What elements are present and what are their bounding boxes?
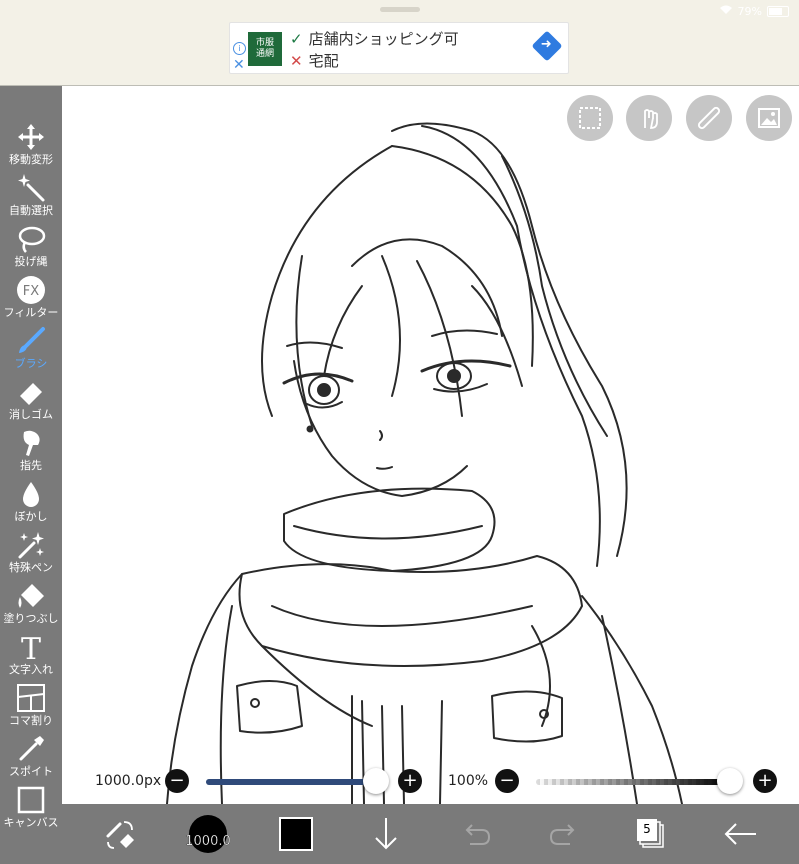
tool-text[interactable]: T 文字入れ bbox=[0, 630, 62, 681]
brush-preview-value: 1000.0 bbox=[185, 834, 231, 849]
selection-icon bbox=[579, 107, 601, 129]
tool-eraser[interactable]: 消しゴム bbox=[0, 375, 62, 426]
undo-icon bbox=[465, 824, 491, 845]
brush-size-knob[interactable] bbox=[363, 768, 389, 794]
ruler-icon bbox=[697, 106, 721, 130]
fx-icon: FX bbox=[17, 276, 45, 304]
svg-text:T: T bbox=[21, 632, 41, 662]
tool-label: 特殊ペン bbox=[9, 561, 53, 574]
opacity-value: 100% bbox=[448, 773, 489, 789]
swap-tool-button[interactable] bbox=[102, 804, 138, 864]
tool-label: 指先 bbox=[20, 459, 42, 472]
layers-button[interactable]: 5 bbox=[634, 804, 670, 864]
finger-icon bbox=[23, 430, 40, 456]
move-icon bbox=[18, 124, 44, 150]
tool-label: スポイト bbox=[9, 765, 53, 778]
wifi-icon bbox=[719, 4, 733, 18]
battery-percent: 79% bbox=[737, 4, 762, 18]
check-icon: ✓ bbox=[290, 30, 303, 48]
bottom-bar: 1000.0 5 bbox=[62, 804, 799, 864]
grabber-handle[interactable] bbox=[380, 7, 420, 12]
arrow-left-icon bbox=[724, 823, 756, 845]
ruler-button[interactable] bbox=[686, 95, 732, 141]
drawing-canvas[interactable] bbox=[62, 86, 799, 804]
text-icon: T bbox=[21, 632, 41, 662]
battery-icon bbox=[767, 5, 789, 17]
tool-label: ぼかし bbox=[14, 510, 48, 523]
eraser-icon bbox=[20, 383, 42, 405]
opacity-fill bbox=[536, 779, 730, 785]
hand-icon bbox=[644, 109, 658, 129]
magic-wand-icon bbox=[18, 174, 45, 202]
tool-filter[interactable]: FX フィルター bbox=[0, 273, 62, 324]
tool-eyedropper[interactable]: スポイト bbox=[0, 732, 62, 783]
close-icon[interactable]: ✕ bbox=[233, 58, 245, 72]
redo-button[interactable] bbox=[546, 804, 582, 864]
tool-panel[interactable]: コマ割り bbox=[0, 681, 62, 732]
lasso-icon bbox=[18, 226, 46, 253]
tool-label: 文字入れ bbox=[9, 663, 53, 676]
drop-icon bbox=[23, 482, 39, 507]
ad-logo: 市服 通網 bbox=[248, 32, 282, 66]
tool-label: 塗りつぶし bbox=[3, 612, 59, 625]
tool-label: フィルター bbox=[3, 306, 59, 319]
opacity-increase[interactable]: + bbox=[753, 769, 777, 793]
hand-button[interactable] bbox=[626, 95, 672, 141]
status-bar: 79% bbox=[719, 3, 789, 19]
tool-brush[interactable]: ブラシ bbox=[0, 324, 62, 375]
tool-lasso[interactable]: 投げ縄 bbox=[0, 222, 62, 273]
image-button[interactable] bbox=[746, 95, 792, 141]
opacity-decrease[interactable]: − bbox=[495, 769, 519, 793]
tool-label: キャンバス bbox=[3, 816, 59, 829]
line-art-drawing bbox=[166, 122, 683, 804]
back-button[interactable] bbox=[720, 804, 760, 864]
brush-size-increase[interactable]: + bbox=[398, 769, 422, 793]
eyedropper-icon bbox=[19, 736, 44, 761]
brush-preview[interactable]: 1000.0 bbox=[185, 804, 231, 864]
brush-size-decrease[interactable]: − bbox=[165, 769, 189, 793]
color-swatch[interactable] bbox=[278, 804, 314, 864]
ad-line-1: ✓ 店舗内ショッピング可 bbox=[290, 30, 459, 48]
canvas-icon bbox=[17, 786, 45, 814]
ad-line-2: ✕ 宅配 bbox=[290, 52, 339, 70]
opacity-knob[interactable] bbox=[717, 768, 743, 794]
tool-label: ブラシ bbox=[14, 357, 48, 370]
tool-fill[interactable]: 塗りつぶし bbox=[0, 579, 62, 630]
image-icon bbox=[758, 108, 780, 128]
save-layer-button[interactable] bbox=[368, 804, 404, 864]
layers-count: 5 bbox=[643, 822, 651, 836]
undo-button[interactable] bbox=[458, 804, 494, 864]
arrow-down-icon bbox=[375, 818, 397, 850]
tool-move[interactable]: 移動変形 bbox=[0, 120, 62, 171]
tool-magic-wand[interactable]: 自動選択 bbox=[0, 171, 62, 222]
tool-label: 移動変形 bbox=[9, 153, 53, 166]
tool-special-pen[interactable]: 特殊ペン bbox=[0, 528, 62, 579]
tool-label: コマ割り bbox=[9, 714, 53, 727]
tool-blur[interactable]: ぼかし bbox=[0, 477, 62, 528]
brush-icon bbox=[19, 327, 45, 353]
bucket-icon bbox=[18, 584, 44, 608]
ad-banner[interactable]: i ✕ 市服 通網 ✓ 店舗内ショッピング可 ✕ 宅配 ➜ bbox=[229, 22, 569, 74]
tool-smudge[interactable]: 指先 bbox=[0, 426, 62, 477]
selection-button[interactable] bbox=[567, 95, 613, 141]
brush-size-fill bbox=[206, 779, 376, 785]
tool-canvas[interactable]: キャンバス bbox=[0, 783, 62, 834]
brush-eraser-swap-icon bbox=[106, 821, 134, 849]
tool-label: 投げ縄 bbox=[14, 255, 48, 268]
info-icon[interactable]: i bbox=[233, 42, 246, 55]
brush-size-track[interactable] bbox=[206, 779, 376, 785]
sparkle-pen-icon bbox=[18, 532, 44, 559]
svg-text:FX: FX bbox=[23, 284, 39, 299]
tool-label: 消しゴム bbox=[9, 408, 53, 421]
directions-icon[interactable]: ➜ bbox=[531, 30, 563, 62]
redo-icon bbox=[549, 824, 575, 845]
opacity-track[interactable] bbox=[536, 779, 730, 785]
panel-icon bbox=[17, 684, 45, 712]
tool-bar: 移動変形 自動選択 投げ縄 FX フィルター ブラシ 消しゴム 指先 ぼかし 特… bbox=[0, 86, 62, 864]
cross-icon: ✕ bbox=[290, 52, 303, 70]
brush-size-value: 1000.0px bbox=[95, 773, 162, 789]
tool-label: 自動選択 bbox=[9, 204, 53, 217]
primary-color bbox=[279, 817, 313, 851]
top-bar: 79% i ✕ 市服 通網 ✓ 店舗内ショッピング可 ✕ 宅配 ➜ bbox=[0, 0, 799, 86]
